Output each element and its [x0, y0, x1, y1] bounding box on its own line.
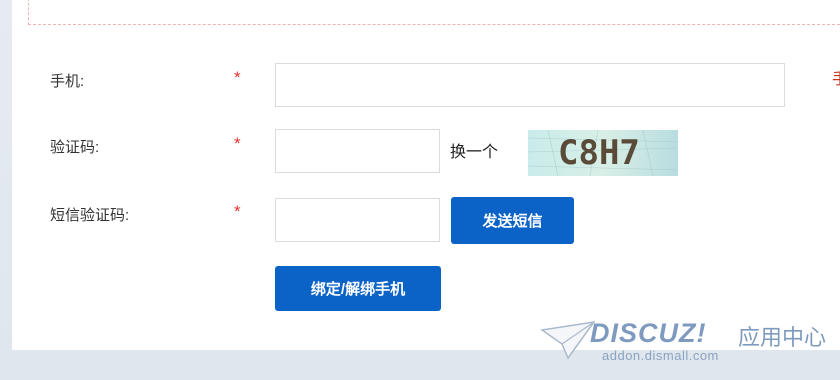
sms-required-mark: *: [234, 202, 241, 221]
captcha-input[interactable]: [275, 129, 440, 173]
sms-code-label: 短信验证码:: [50, 207, 130, 224]
sms-code-input[interactable]: [275, 198, 440, 242]
captcha-required-mark: *: [234, 134, 241, 153]
paper-plane-icon: [540, 320, 596, 360]
captcha-image[interactable]: C8H7: [528, 130, 678, 176]
phone-required-mark: *: [234, 68, 241, 87]
notice-box: [28, 0, 840, 25]
bind-phone-button[interactable]: 绑定/解绑手机: [275, 266, 441, 311]
captcha-refresh-link[interactable]: 换一个: [450, 138, 498, 162]
captcha-label: 验证码:: [50, 139, 100, 156]
form-panel: 手机: * 手 验证码: * 换一个 短信验证码: * 发送短信 绑定/解绑手机: [12, 0, 840, 350]
send-sms-button[interactable]: 发送短信: [451, 197, 574, 244]
watermark-url: addon.dismall.com: [602, 348, 719, 363]
phone-label: 手机:: [50, 73, 85, 90]
captcha-text: C8H7: [558, 133, 640, 173]
watermark-brand: DISCUZ!: [590, 318, 707, 348]
phone-input[interactable]: [275, 63, 785, 107]
watermark-brand-cn: 应用中心: [738, 325, 827, 350]
side-hint: 手: [832, 65, 840, 89]
discuz-watermark: DISCUZ! 应用中心 addon.dismall.com: [530, 312, 830, 378]
